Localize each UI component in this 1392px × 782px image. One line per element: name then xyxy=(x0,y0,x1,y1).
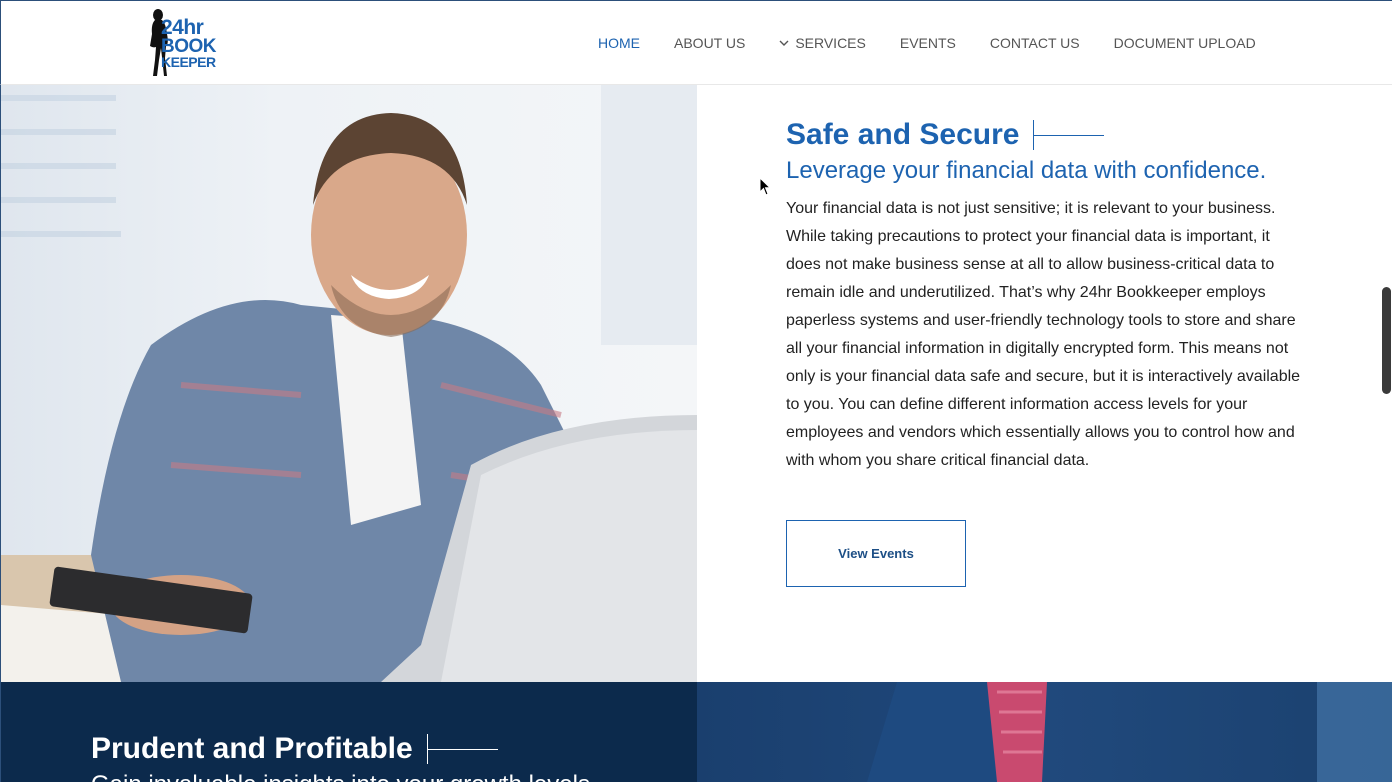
title-decoration xyxy=(1033,120,1105,150)
next-title-decoration xyxy=(426,734,498,764)
logo-line-1: 24hr xyxy=(161,16,204,39)
businessman-photo xyxy=(697,682,1392,782)
nav-home[interactable]: HOME xyxy=(598,35,640,51)
photo-illustration xyxy=(1,85,697,682)
section-title: Safe and Secure xyxy=(786,118,1020,151)
next-section-subtitle: Gain invaluable insights into your growt… xyxy=(91,770,590,782)
mouse-cursor-icon xyxy=(759,177,772,196)
chevron-down-icon xyxy=(779,40,789,47)
nav-services-label: SERVICES xyxy=(795,35,866,51)
section-subtitle: Leverage your financial data with confid… xyxy=(786,157,1267,184)
section-title-row: Safe and Secure xyxy=(786,115,1316,155)
hero-photo-man-with-laptop xyxy=(0,85,697,682)
nav-contact-us[interactable]: CONTACT US xyxy=(990,35,1080,51)
main-nav: HOME ABOUT US SERVICES EVENTS CONTACT US… xyxy=(598,35,1256,51)
nav-services[interactable]: SERVICES xyxy=(779,35,866,51)
logo-line-3: KEEPER xyxy=(161,53,216,70)
nav-events[interactable]: EVENTS xyxy=(900,35,956,51)
nav-document-upload-label: DOCUMENT UPLOAD xyxy=(1113,35,1256,51)
nav-events-label: EVENTS xyxy=(899,35,956,51)
nav-home-label: HOME xyxy=(598,35,640,51)
nav-document-upload[interactable]: DOCUMENT UPLOAD xyxy=(1114,35,1256,51)
nav-about-us-label: ABOUT US xyxy=(674,35,746,51)
logo-wordmark: 24hr BOOK KEEPER xyxy=(161,16,221,70)
nav-contact-us-label: CONTACT US xyxy=(989,35,1080,51)
safe-secure-section: Safe and Secure Leverage your financial … xyxy=(786,115,1316,475)
next-section-title: Prudent and Profitable xyxy=(91,732,413,765)
site-header: 24hr BOOK KEEPER HOME ABOUT US SERVICES … xyxy=(0,0,1392,85)
section-body: Your financial data is not just sensitiv… xyxy=(786,200,1301,469)
scrollbar-thumb[interactable] xyxy=(1382,287,1391,394)
site-logo[interactable]: 24hr BOOK KEEPER xyxy=(147,8,217,78)
next-section-title-row: Prudent and Profitable xyxy=(91,732,498,766)
view-events-button[interactable]: View Events xyxy=(786,520,966,587)
businessman-illustration xyxy=(867,682,1392,782)
nav-about-us[interactable]: ABOUT US xyxy=(674,35,745,51)
